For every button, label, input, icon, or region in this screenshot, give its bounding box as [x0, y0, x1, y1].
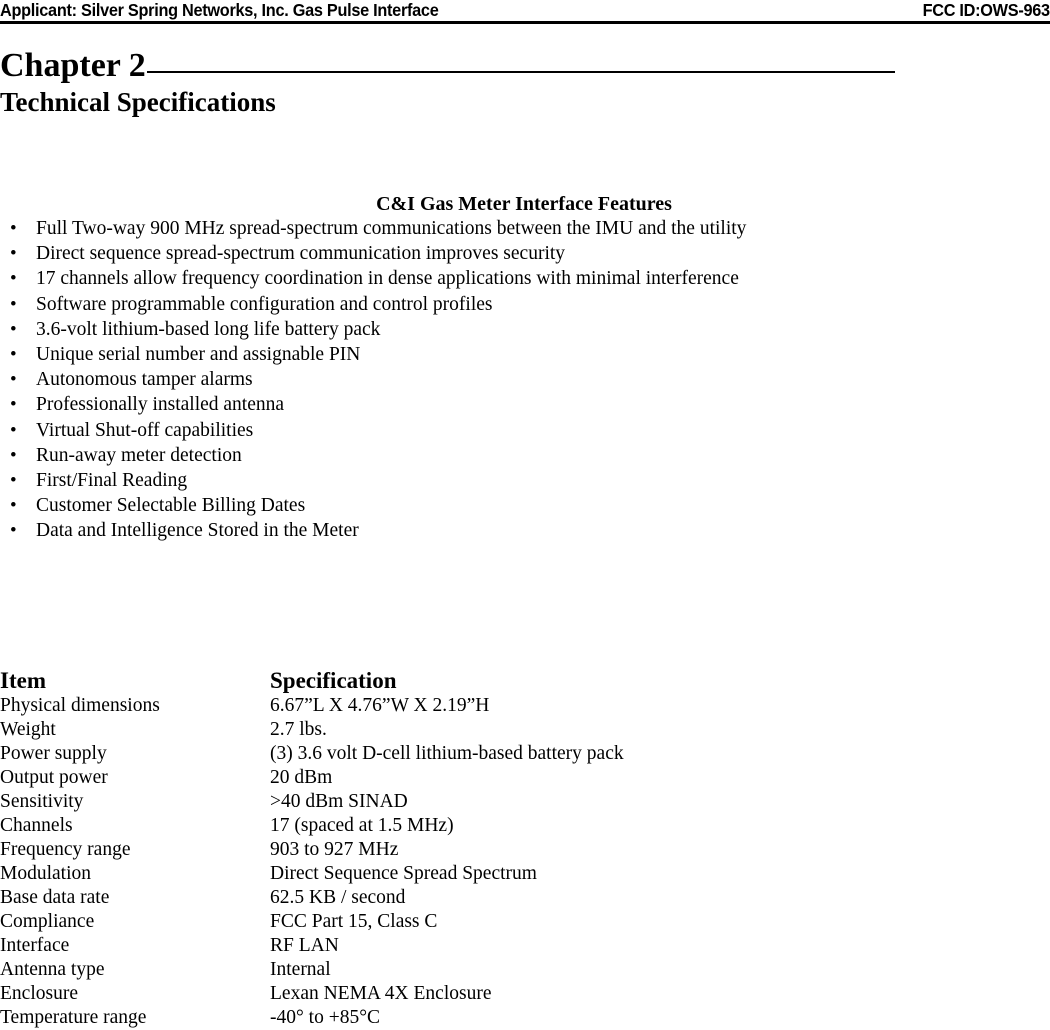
table-cell-specification: 2.7 lbs.: [270, 719, 327, 740]
list-item-label: Run-away meter detection: [36, 444, 242, 466]
list-item-label: Software programmable configuration and …: [36, 293, 493, 315]
table-cell-item: Output power: [0, 767, 108, 788]
bullet-icon: •: [10, 318, 17, 340]
table-cell-item: Sensitivity: [0, 791, 84, 812]
list-item: • Data and Intelligence Stored in the Met…: [0, 518, 1010, 543]
specification-table-head: Item Specification: [0, 667, 1010, 694]
table-cell-item: Frequency range: [0, 839, 131, 860]
table-cell-specification: (3) 3.6 volt D-cell lithium-based batter…: [270, 743, 624, 764]
table-cell-item: Temperature range: [0, 1007, 147, 1028]
list-item-label: Full Two-way 900 MHz spread-spectrum com…: [36, 218, 747, 239]
chapter-title-row: Chapter 2: [0, 47, 895, 85]
table-row: Power supply (3) 3.6 volt D-cell lithium-…: [0, 742, 1010, 766]
table-cell-specification: RF LAN: [270, 935, 339, 956]
list-item: • Professionally installed antenna: [0, 392, 1010, 417]
table-cell-specification: >40 dBm SINAD: [270, 791, 408, 812]
table-row: Weight 2.7 lbs.: [0, 718, 1010, 742]
table-row: Interface RF LAN: [0, 934, 1010, 958]
list-item-label: Direct sequence spread-spectrum communic…: [36, 243, 566, 265]
table-row: Channels 17 (spaced at 1.5 MHz): [0, 814, 1010, 838]
bullet-icon: •: [10, 293, 17, 315]
list-item-label: Customer Selectable Billing Dates: [36, 495, 306, 517]
header-fcc-id-text: FCC ID:OWS-963: [922, 0, 1050, 20]
chapter-subtitle: Technical Specifications: [0, 87, 276, 117]
table-cell-specification: Internal: [270, 959, 331, 980]
table-header-row: Item Specification: [0, 667, 1010, 694]
list-item-label: 3.6-volt lithium-based long life battery…: [36, 318, 381, 340]
table-cell-item: Interface: [0, 935, 70, 956]
list-item-label: Autonomous tamper alarms: [36, 369, 253, 391]
specification-table-body: Physical dimensions 6.67”L X 4.76”W X 2.1…: [0, 694, 1010, 1030]
column-header-item: Item: [0, 668, 46, 693]
list-item: • Customer Selectable Billing Dates: [0, 493, 1010, 518]
table-row: Physical dimensions 6.67”L X 4.76”W X 2.1…: [0, 694, 1010, 718]
list-item: • 17 channels allow frequency coordinatio…: [0, 266, 1010, 291]
table-row: Frequency range 903 to 927 MHz: [0, 838, 1010, 862]
table-cell-specification: -40° to +85°C: [270, 1007, 381, 1028]
table-cell-specification: Direct Sequence Spread Spectrum: [270, 863, 537, 884]
list-item: • Software programmable configuration and…: [0, 292, 1010, 317]
list-item: • Run-away meter detection: [0, 443, 1010, 468]
list-item: • First/Final Reading: [0, 468, 1010, 493]
bullet-icon: •: [10, 444, 17, 466]
bullet-icon: •: [10, 394, 17, 416]
table-cell-item: Modulation: [0, 863, 91, 884]
bullet-icon: •: [10, 419, 17, 441]
table-row: Compliance FCC Part 15, Class C: [0, 910, 1010, 934]
table-cell-item: Base data rate: [0, 887, 110, 908]
table-cell-item: Weight: [0, 719, 56, 740]
list-item: • Direct sequence spread-spectrum communi…: [0, 241, 1010, 266]
list-item-label: Virtual Shut-off capabilities: [36, 419, 254, 441]
chapter-heading-block: Chapter 2 Technical Specifications: [0, 47, 1010, 118]
chapter-title: Chapter 2: [0, 47, 146, 84]
list-item: • Autonomous tamper alarms: [0, 367, 1010, 392]
list-item-label: Professionally installed antenna: [36, 394, 285, 416]
list-item-label: Unique serial number and assignable PIN: [36, 344, 361, 366]
table-row: Sensitivity >40 dBm SINAD: [0, 790, 1010, 814]
table-row: Modulation Direct Sequence Spread Spectru…: [0, 862, 1010, 886]
table-cell-item: Enclosure: [0, 983, 78, 1004]
page-running-header: Applicant: Silver Spring Networks, Inc. …: [0, 0, 1050, 24]
table-cell-specification: 6.67”L X 4.76”W X 2.19”H: [270, 695, 490, 716]
bullet-icon: •: [10, 520, 17, 542]
table-cell-item: Power supply: [0, 743, 107, 764]
table-cell-item: Channels: [0, 815, 73, 836]
bullet-icon: •: [10, 268, 17, 290]
list-item-label: 17 channels allow frequency coordination…: [36, 268, 739, 290]
bullet-icon: •: [10, 495, 17, 517]
bullet-icon: •: [10, 470, 17, 492]
bullet-icon: •: [10, 218, 17, 239]
table-row: Temperature range -40° to +85°C: [0, 1006, 1010, 1030]
table-cell-specification: 20 dBm: [270, 767, 333, 788]
specification-table: Item Specification Physical dimensions 6.…: [0, 667, 1010, 1030]
table-cell-specification: FCC Part 15, Class C: [270, 911, 438, 932]
table-cell-item: Antenna type: [0, 959, 105, 980]
bullet-icon: •: [10, 344, 17, 366]
table-cell-specification: 17 (spaced at 1.5 MHz): [270, 815, 454, 836]
table-row: Antenna type Internal: [0, 958, 1010, 982]
list-item-label: First/Final Reading: [36, 470, 188, 492]
column-header-specification: Specification: [270, 668, 397, 693]
table-row: Output power 20 dBm: [0, 766, 1010, 790]
table-cell-specification: Lexan NEMA 4X Enclosure: [270, 983, 492, 1004]
features-bullet-list: • Full Two-way 900 MHz spread-spectrum co…: [0, 216, 1010, 544]
table-cell-item: Physical dimensions: [0, 695, 160, 716]
bullet-icon: •: [10, 369, 17, 391]
features-section-heading: C&I Gas Meter Interface Features: [0, 193, 1050, 215]
list-item: • Unique serial number and assignable PIN: [0, 342, 1010, 367]
header-applicant-text: Applicant: Silver Spring Networks, Inc. …: [0, 0, 439, 20]
table-row: Base data rate 62.5 KB / second: [0, 886, 1010, 910]
chapter-title-rule: [146, 71, 895, 73]
table-cell-specification: 62.5 KB / second: [270, 887, 406, 908]
table-cell-item: Compliance: [0, 911, 95, 932]
list-item-label: Data and Intelligence Stored in the Mete…: [36, 520, 359, 542]
list-item: • Full Two-way 900 MHz spread-spectrum co…: [0, 216, 1010, 241]
list-item: • Virtual Shut-off capabilities: [0, 418, 1010, 443]
list-item: • 3.6-volt lithium-based long life batter…: [0, 317, 1010, 342]
table-row: Enclosure Lexan NEMA 4X Enclosure: [0, 982, 1010, 1006]
features-heading-text: C&I Gas Meter Interface Features: [376, 193, 672, 215]
bullet-icon: •: [10, 243, 17, 265]
table-cell-specification: 903 to 927 MHz: [270, 839, 399, 860]
